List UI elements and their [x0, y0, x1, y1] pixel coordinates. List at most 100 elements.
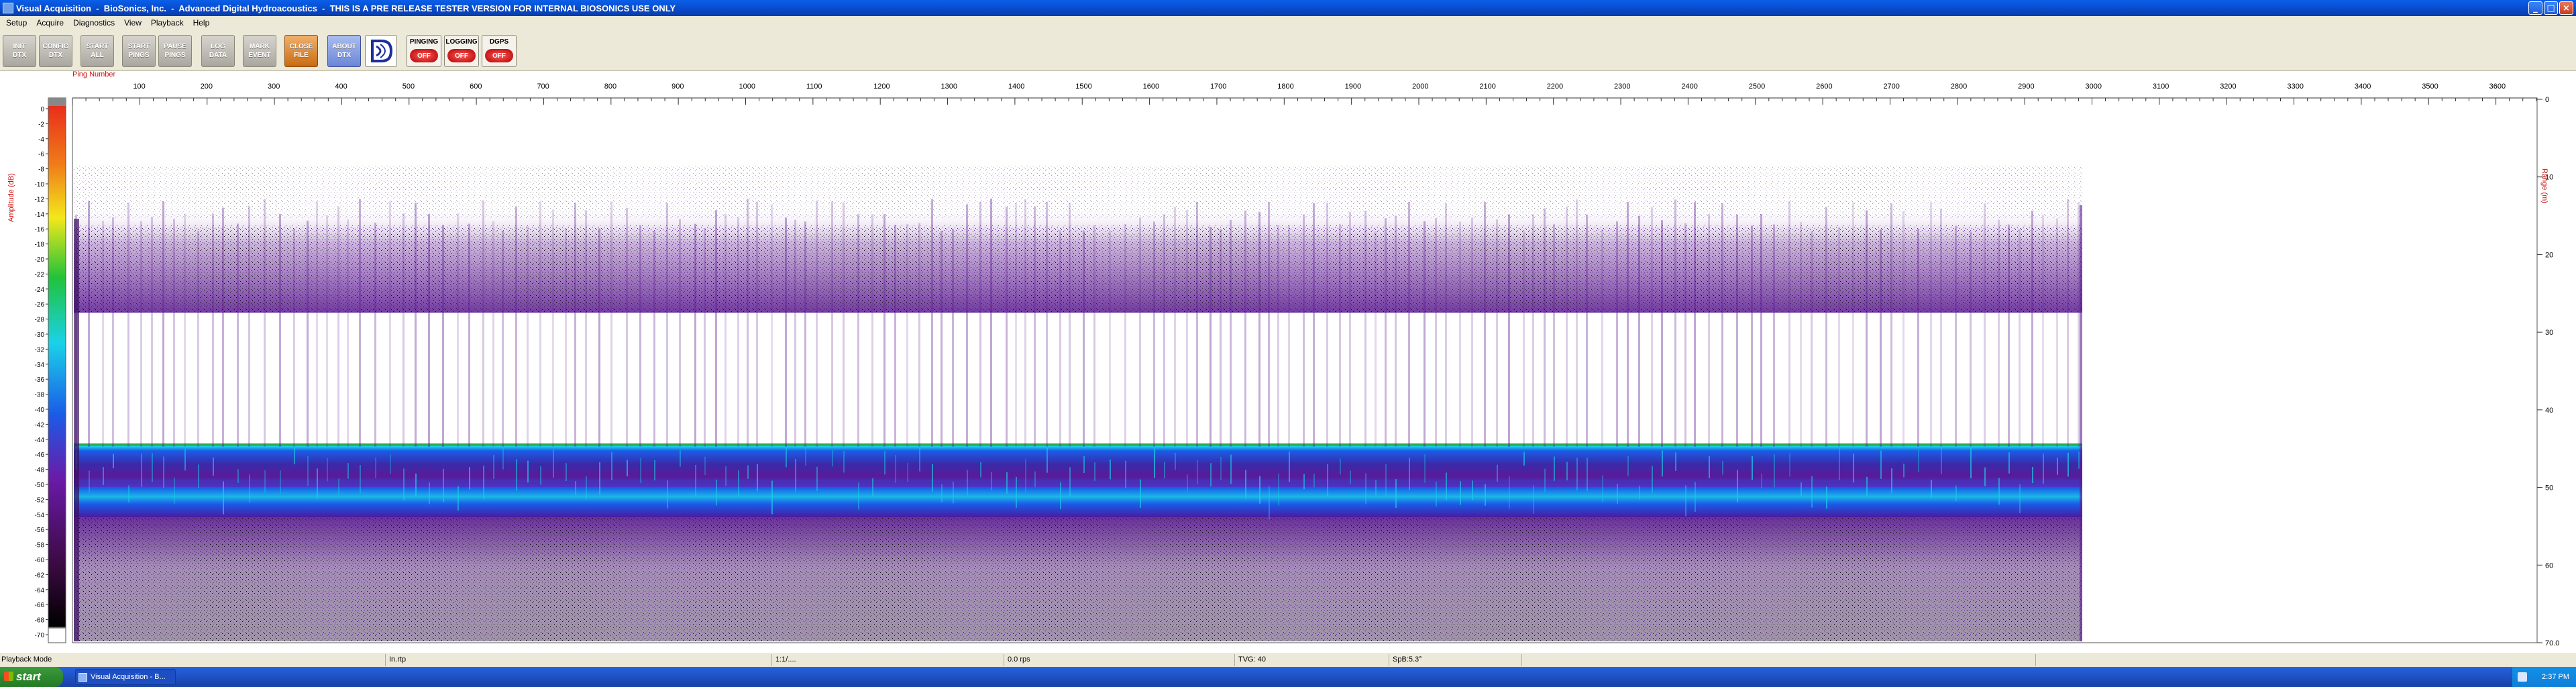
- echo-streak: [1737, 470, 1738, 503]
- ping-tick-label: 300: [268, 83, 280, 91]
- minimize-button[interactable]: _: [2528, 1, 2542, 15]
- color-bar-header: [48, 98, 66, 106]
- status-rate: 0.0 rps: [1008, 655, 1030, 664]
- menu-playback[interactable]: Playback: [146, 18, 189, 28]
- maximize-button[interactable]: □: [2544, 1, 2558, 15]
- ping-tick-label: 800: [604, 83, 616, 91]
- taskbar: start Visual Acquisition - B... 2:37 PM: [0, 667, 2576, 687]
- echo-streak: [442, 225, 444, 447]
- init-dtx-button[interactable]: INIT DTX: [3, 35, 36, 67]
- echogram[interactable]: Ping Number Amplitude (dB) Range (m) 0-2…: [0, 70, 2576, 652]
- echo-streak: [1244, 210, 1246, 447]
- config-dtx-button[interactable]: CONFIG DTX: [39, 35, 72, 67]
- ping-tick-label: 100: [133, 83, 145, 91]
- echo-streak: [1278, 473, 1279, 506]
- echo-streak: [173, 219, 175, 447]
- echo-streak: [443, 468, 444, 503]
- ping-tick-label: 1300: [941, 83, 957, 91]
- ping-tick-label: 2500: [1749, 83, 1765, 91]
- echo-streak: [666, 203, 668, 447]
- echo-streak: [1094, 462, 1095, 481]
- echo-streak: [1268, 201, 1270, 447]
- echo-streak: [1917, 229, 1919, 447]
- echo-streak: [654, 460, 655, 481]
- echo-streak: [1674, 199, 1676, 447]
- menu-diagnostics[interactable]: Diagnostics: [68, 18, 119, 28]
- start-all-button[interactable]: START ALL: [80, 35, 114, 67]
- ping-tick-label: 400: [335, 83, 347, 91]
- echo-streak: [89, 470, 90, 492]
- echo-streak: [639, 225, 641, 447]
- close-button[interactable]: ×: [2559, 1, 2573, 15]
- echo-streak: [1616, 221, 1618, 447]
- amplitude-tick-label: -44: [35, 437, 45, 444]
- echo-streak: [585, 210, 587, 447]
- echo-streak: [1197, 460, 1198, 484]
- echo-streak: [1891, 468, 1892, 493]
- status-separator: [2035, 654, 2036, 666]
- status-separator: [1521, 654, 1522, 666]
- echo-streak: [1627, 456, 1629, 476]
- echo-streak: [831, 201, 833, 447]
- about-dtx-button[interactable]: ABOUT DTX: [327, 35, 361, 67]
- echo-streak: [212, 213, 214, 447]
- ping-tick-label: 3500: [2422, 83, 2438, 91]
- echo-streak: [894, 225, 896, 447]
- menu-setup[interactable]: Setup: [1, 18, 32, 28]
- echo-streak: [2043, 454, 2044, 484]
- amplitude-ticks: 0 -2 -4 -6 -8 -10 -12 -14 -16 -18 -20 -22 -24 -26 -28 -…: [35, 106, 48, 639]
- echo-streak: [2031, 211, 2033, 447]
- echo-streak: [360, 465, 361, 494]
- echo-streak: [428, 213, 430, 447]
- echo-streak: [1617, 483, 1618, 505]
- echo-streak: [610, 201, 612, 447]
- ping-tick-label: 1000: [739, 83, 755, 91]
- echo-streak: [1800, 221, 1802, 447]
- echo-streak: [198, 464, 199, 488]
- taskbar-item-visual-acquisition[interactable]: Visual Acquisition - B...: [75, 669, 176, 685]
- amplitude-tick-label: -36: [35, 376, 45, 384]
- mark-event-button[interactable]: MARK EVENT: [243, 35, 276, 67]
- status-tvg: TVG: 40: [1238, 655, 1266, 664]
- start-pings-button[interactable]: START PINGS: [122, 35, 156, 67]
- echo-streak: [1532, 214, 1534, 447]
- amplitude-tick-label: -64: [35, 587, 45, 594]
- menu-view[interactable]: View: [119, 18, 146, 28]
- echo-streak: [1602, 475, 1603, 503]
- ping-tick-label: 3400: [2355, 83, 2371, 91]
- echo-streak: [1175, 452, 1176, 470]
- start-button[interactable]: start: [0, 667, 63, 687]
- ping-tick-label: 1500: [1075, 83, 1091, 91]
- echo-streak: [347, 463, 349, 479]
- menu-help[interactable]: Help: [189, 18, 215, 28]
- echo-streak: [1472, 480, 1473, 500]
- amplitude-tick-label: -18: [35, 242, 45, 249]
- range-tick-label: 10: [2545, 174, 2553, 182]
- echo-streak: [1313, 203, 1315, 447]
- network-icon[interactable]: [2518, 672, 2527, 682]
- logging-indicator: LOGGING OFF: [444, 35, 479, 67]
- ping-tick-label: 3600: [2489, 83, 2506, 91]
- echo-streak: [1685, 485, 1686, 517]
- echo-streak: [1752, 456, 1753, 480]
- echo-streak: [1289, 452, 1290, 482]
- echo-streak: [307, 221, 309, 447]
- echo-streak: [1508, 214, 1510, 447]
- echo-streak: [952, 229, 954, 447]
- echo-streak: [1485, 484, 1486, 506]
- echo-streak: [1751, 225, 1753, 447]
- menu-acquire[interactable]: Acquire: [32, 18, 68, 28]
- pause-pings-button[interactable]: PAUSE PINGS: [158, 35, 192, 67]
- close-file-button[interactable]: CLOSE FILE: [284, 35, 318, 67]
- echo-streak: [1349, 211, 1351, 447]
- echo-streak: [1460, 481, 1461, 505]
- ping-tick-label: 1400: [1008, 83, 1024, 91]
- echo-streak: [990, 199, 992, 447]
- log-data-button[interactable]: LOG DATA: [201, 35, 235, 67]
- echo-streak: [1684, 223, 1686, 447]
- status-separator: [771, 654, 772, 666]
- clock: 2:37 PM: [2542, 673, 2569, 681]
- echo-streak: [1046, 201, 1048, 447]
- echo-streak: [2008, 452, 2010, 474]
- echo-streak: [2068, 452, 2069, 477]
